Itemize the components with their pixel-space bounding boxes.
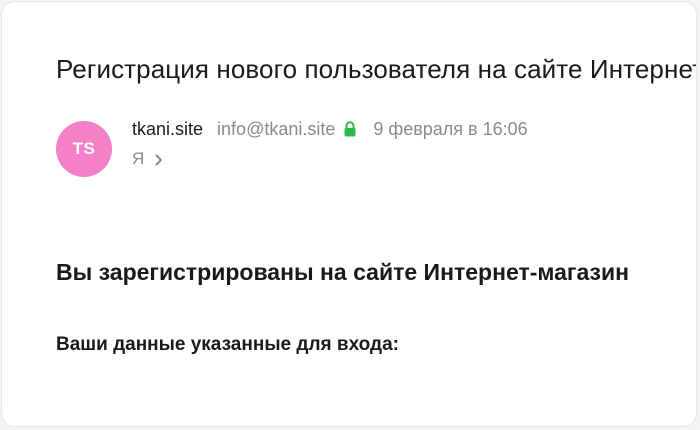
recipient-label: Я [132,149,145,168]
sender-avatar[interactable]: TS [56,121,112,177]
recipient-toggle[interactable]: Я [132,149,164,169]
email-card: Регистрация нового пользователя на сайте… [1,1,697,427]
body-heading: Вы зарегистрированы на сайте Интернет-ма… [56,259,629,285]
lock-icon[interactable] [343,120,357,137]
sender-email[interactable]: info@tkani.site [217,119,335,140]
email-date: 9 февраля в 16:06 [373,119,528,139]
sender-name[interactable]: tkani.site [132,119,203,140]
sender-line: tkani.site info@tkani.site 9 февраля в 1… [132,119,528,140]
chevron-right-icon [154,152,164,166]
body-subheading: Ваши данные указанные для входа: [56,334,399,355]
avatar-initials: TS [72,139,96,158]
email-subject: Регистрация нового пользователя на сайте… [56,54,697,84]
